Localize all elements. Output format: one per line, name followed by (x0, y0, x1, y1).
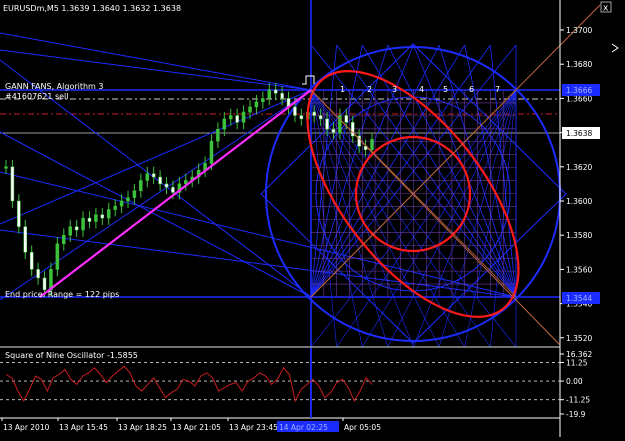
candle-body (254, 101, 259, 108)
close-icon[interactable]: x (603, 4, 609, 14)
candle-body (119, 200, 124, 207)
time-tick-label: 13 Apr 18:25 (118, 423, 167, 432)
candle-body (280, 93, 284, 99)
chart-title: EURUSDm,M5 1.3639 1.3640 1.3632 1.3638 (3, 4, 181, 13)
time-highlight-label: 14 Apr 02:25 (279, 423, 328, 432)
candle-body (17, 200, 21, 227)
fan-number-label: 7 (495, 85, 500, 94)
time-tick-label: 13 Apr 23:45 (229, 423, 278, 432)
candle-body (68, 226, 72, 236)
candle-body (29, 252, 34, 270)
candle-body (267, 89, 272, 99)
background (0, 0, 625, 437)
price-tick-label: 1.3680 (566, 60, 592, 69)
candle-body (55, 243, 60, 270)
price-tick-label: 1.3580 (566, 231, 592, 240)
candle-body (273, 89, 278, 94)
candle-body (318, 115, 323, 120)
end-price-label: End price. Range = 122 pips (5, 290, 119, 299)
chart-canvas: EURUSDm,M5 1.3639 1.3640 1.3632 1.3638 x… (0, 0, 625, 437)
fan-number-label: 5 (443, 85, 448, 94)
candle-body (184, 180, 188, 185)
candle-body (370, 139, 374, 150)
candle-body (23, 226, 28, 253)
candle-body (248, 106, 252, 113)
time-tick-label: 13 Apr 21:05 (172, 423, 221, 432)
candle-body (350, 122, 355, 137)
candle-body (10, 166, 15, 202)
candle-body (325, 118, 329, 130)
chart-window: EURUSDm,M5 1.3639 1.3640 1.3632 1.3638 x… (0, 0, 625, 437)
candle-body (100, 214, 105, 219)
candle-body (132, 190, 137, 198)
time-tick-label: 13 Apr 15:45 (59, 423, 108, 432)
candle-body (94, 214, 98, 222)
candle-body (145, 173, 150, 181)
time-tick-label: 13 Apr 2010 (3, 423, 50, 432)
indicator-label: GANN FANS, Algorithm 3 (5, 82, 103, 91)
current-price-label: 1.3638 (566, 129, 592, 138)
price-tick-label: 1.3620 (566, 163, 592, 172)
time-tick-label: Apr 05:05 (344, 423, 381, 432)
candle-body (113, 205, 117, 210)
candle-body (171, 187, 175, 193)
candle-body (222, 118, 227, 130)
candle-body (235, 115, 239, 123)
candle-body (299, 115, 304, 120)
candle-body (42, 277, 47, 291)
price-tick-label: 1.3520 (566, 334, 592, 343)
gann-bottom-price-label: 1.3544 (566, 294, 592, 303)
candle-body (4, 166, 8, 169)
gann-top-price-label: 1.3666 (566, 86, 592, 95)
candle-body (151, 173, 156, 178)
oscillator-title: Square of Nine Oscillator -1.5855 (5, 351, 138, 360)
price-tick-label: 1.3700 (566, 26, 592, 35)
candle-body (344, 115, 349, 123)
candle-body (228, 115, 233, 120)
fan-number-label: 6 (469, 85, 474, 94)
candle-body (74, 226, 79, 231)
osc-tick-label: 0.00 (566, 377, 583, 386)
fan-number-label: 4 (419, 85, 424, 94)
candle-body (261, 98, 265, 103)
candle-body (81, 217, 85, 231)
candle-body (139, 180, 143, 191)
candle-body (331, 128, 336, 133)
fan-number-label: 3 (392, 85, 397, 94)
order-label: #41607621 sell (5, 92, 69, 101)
candle-body (216, 128, 220, 142)
candle-body (312, 111, 316, 116)
candle-body (62, 234, 66, 244)
osc-tick-label: -11.25 (566, 396, 590, 405)
osc-tick-label: 11.25 (566, 358, 588, 367)
candle-body (158, 176, 162, 185)
candle-body (36, 269, 40, 279)
candle-body (126, 197, 130, 202)
osc-tick-label: -19.9 (566, 410, 586, 419)
candle-body (164, 183, 169, 188)
candle-body (87, 217, 92, 222)
fan-number-label: 1 (340, 85, 345, 94)
candle-body (106, 209, 111, 219)
candle-body (209, 140, 214, 164)
fan-number-label: 2 (367, 85, 372, 94)
price-tick-label: 1.3600 (566, 197, 592, 206)
candle-body (293, 106, 297, 116)
candle-body (363, 146, 368, 150)
candle-body (241, 111, 246, 123)
price-tick-label: 1.3560 (566, 265, 592, 274)
